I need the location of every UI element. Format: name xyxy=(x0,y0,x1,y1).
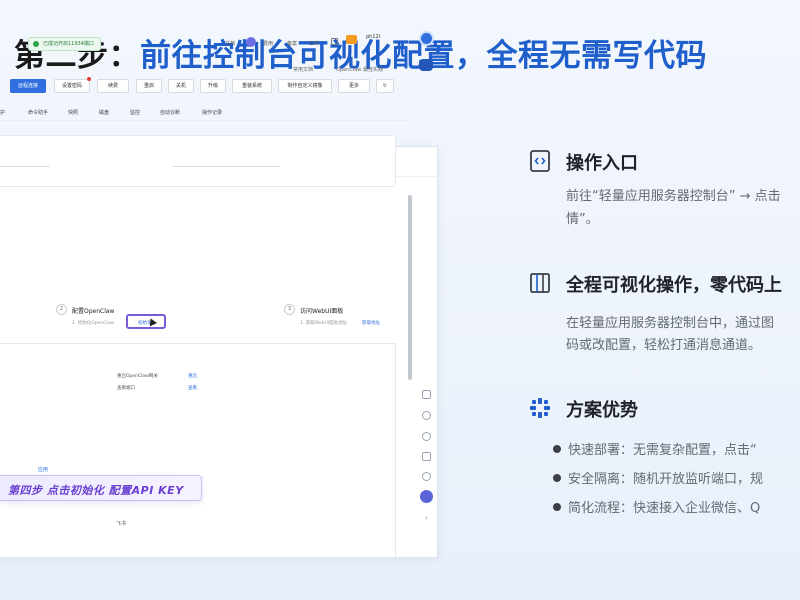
feature-title: 全程可视化操作，零代码上 xyxy=(566,275,782,296)
nav-docs[interactable]: 文档 xyxy=(225,38,235,50)
kv-label: 重启OpenClaw网关 xyxy=(117,374,158,379)
step-banner: 第四步 点击初始化 配置API KEY xyxy=(0,475,202,501)
tab-oplog[interactable]: 操作记录 xyxy=(202,109,222,116)
tab-maintain[interactable]: 护 xyxy=(0,109,5,116)
username[interactable]: ph12l xyxy=(366,34,380,40)
step-number: 2 xyxy=(56,304,67,315)
code-icon xyxy=(530,150,550,172)
tools-icon[interactable] xyxy=(331,38,338,45)
success-icon xyxy=(33,41,39,47)
chevron-right-icon[interactable]: › xyxy=(425,514,428,522)
view-port-link[interactable]: 查看 xyxy=(188,385,197,391)
feature-desc: 在轻量应用服务器控制台中，通过图 xyxy=(566,316,775,331)
restart-button[interactable]: 重启 xyxy=(136,79,162,93)
help-link-practice[interactable]: OpenClaw 最佳实践 xyxy=(336,66,383,73)
nav-billing[interactable]: 费用 xyxy=(263,38,273,50)
feishu-label: 飞书 xyxy=(116,521,127,527)
scrollbar[interactable] xyxy=(408,195,412,380)
grid-icon xyxy=(530,398,550,418)
kv-label: 查看端口 xyxy=(117,386,135,391)
step-title: 访问WebUI面板 xyxy=(300,308,344,315)
steps-card xyxy=(0,135,396,187)
renew-button[interactable]: 续费 xyxy=(97,79,129,93)
help-link-docs[interactable]: 常用文档 xyxy=(293,66,313,73)
assistant-bubble-icon[interactable] xyxy=(420,490,433,503)
banner-text: 第四步 点击初始化 配置API KEY xyxy=(8,484,184,497)
refresh-icon: ↻ xyxy=(382,83,388,89)
feature-desc: 码或改配置，轻松打通消息通道。 xyxy=(566,338,762,353)
edit-icon[interactable] xyxy=(422,452,431,461)
side-icon[interactable] xyxy=(422,411,431,420)
content-card xyxy=(0,343,396,558)
settings-icon[interactable] xyxy=(422,432,431,441)
tab-diagnose[interactable]: 自动诊断 xyxy=(160,109,180,116)
side-icon[interactable] xyxy=(422,472,431,481)
robot-icon[interactable] xyxy=(419,59,433,71)
shutdown-button[interactable]: 关机 xyxy=(168,79,194,93)
feature-desc: 前往“轻量应用服务器控制台” → 点击 xyxy=(566,189,781,204)
restart-gateway-link[interactable]: 重启 xyxy=(188,373,197,379)
refresh-button[interactable]: ↻ xyxy=(376,79,394,93)
nav-filing[interactable]: 备案 xyxy=(287,38,297,50)
step-number: 3 xyxy=(284,304,295,315)
tab-snapshot[interactable]: 快照 xyxy=(68,109,78,116)
step-connector xyxy=(172,166,280,167)
nav-ticket[interactable]: 工单 xyxy=(309,38,319,50)
more-button[interactable]: 更多 xyxy=(338,79,370,93)
layout-icon xyxy=(530,273,550,293)
step-desc: 1. 获取WebUI面板地址 xyxy=(300,321,348,326)
set-password-button[interactable]: 设置密码 xyxy=(54,77,91,93)
reinstall-button[interactable]: 重装系统 xyxy=(232,79,272,93)
set-password-label: 设置密码 xyxy=(61,83,82,89)
advantage-bullet: 简化流程：快速接入企业微信、Q xyxy=(552,497,760,516)
upgrade-button[interactable]: 升级 xyxy=(200,79,226,93)
step-connector xyxy=(0,166,50,167)
tab-monitor[interactable]: 监控 xyxy=(130,109,140,116)
step-desc: 1. 初始化OpenClaw xyxy=(72,321,115,326)
notice-dot xyxy=(87,77,91,81)
advantage-bullet: 安全隔离：随机开放监听端口，规 xyxy=(552,468,763,487)
tab-divider xyxy=(0,120,410,121)
assistant-icon[interactable] xyxy=(246,37,256,47)
app-label: 应用 xyxy=(38,467,49,473)
highlight-box xyxy=(126,314,166,329)
feature-title: 方案优势 xyxy=(566,400,638,421)
advantage-bullet: 快速部署：无需复杂配置，点击“ xyxy=(553,439,757,458)
success-toast: 已成功开启11934端口 xyxy=(28,37,101,51)
gift-icon[interactable] xyxy=(346,35,357,44)
custom-image-button[interactable]: 制作自定义镜像 xyxy=(278,79,332,93)
avatar[interactable] xyxy=(419,31,434,46)
feature-title: 操作入口 xyxy=(566,153,638,174)
step-title: 配置OpenClaw xyxy=(72,308,115,315)
feature-desc: 情”。 xyxy=(566,212,599,227)
toast-text: 已成功开启11934端口 xyxy=(43,41,94,47)
get-address-link[interactable]: 获取地址 xyxy=(362,320,380,326)
tab-command[interactable]: 命令助手 xyxy=(28,109,48,116)
remote-connect-button[interactable]: 远程连接 xyxy=(10,79,46,93)
side-icon[interactable] xyxy=(422,390,431,399)
tab-disk[interactable]: 磁盘 xyxy=(99,109,109,116)
